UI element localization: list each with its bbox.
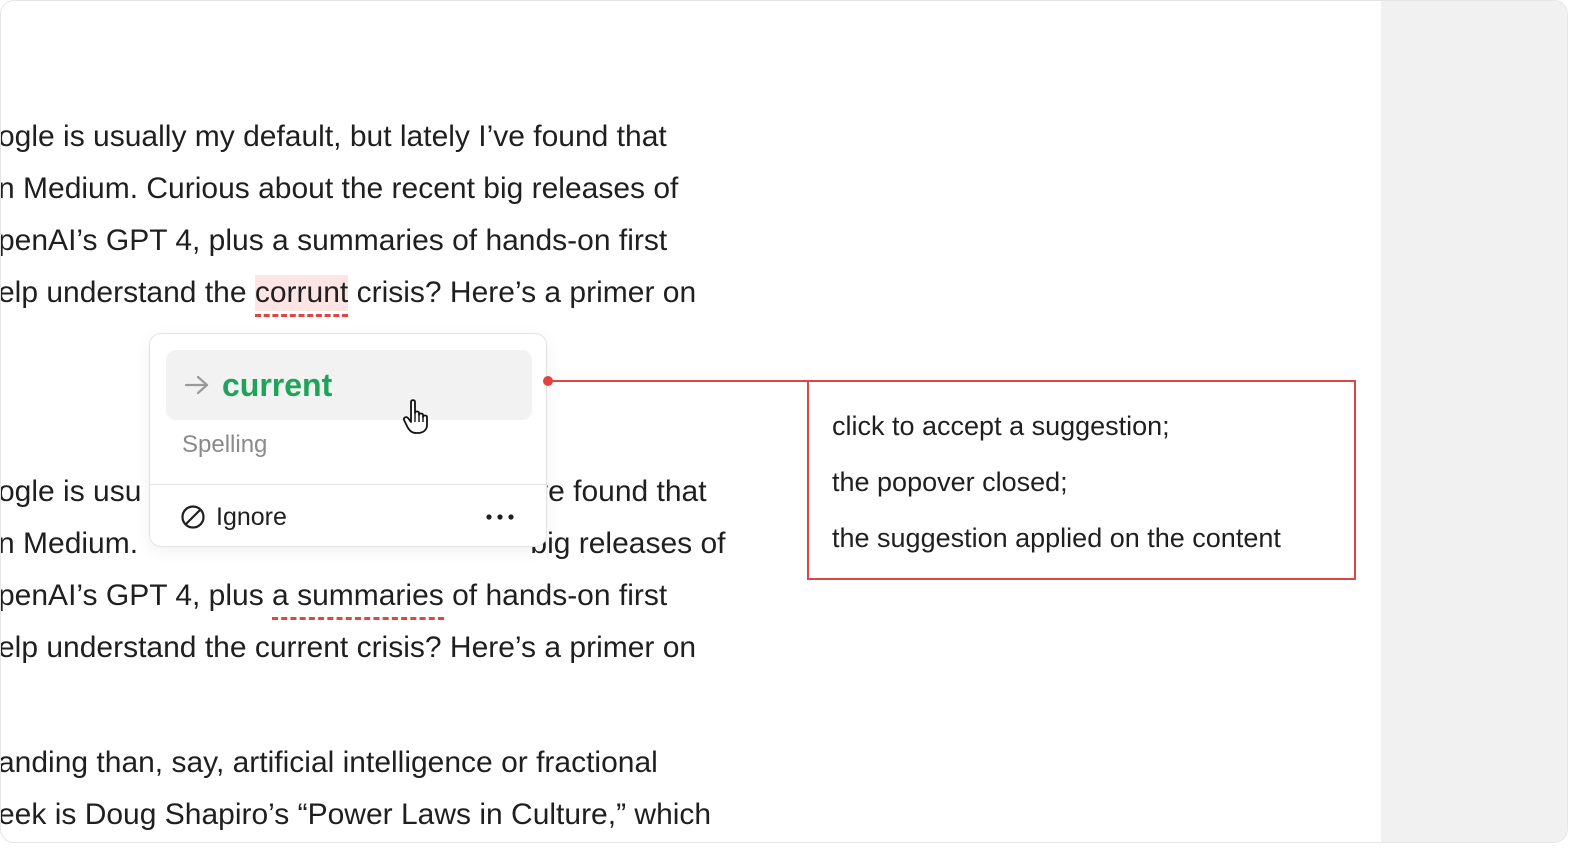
annotation-line: the popover closed; [832,467,1068,497]
text-line: eek is Doug Shapiro’s “Power Laws in Cul… [0,798,712,831]
text-line: penAI’s GPT 4, plus a summaries of hands… [0,224,668,257]
suggestion-popover: current Spelling Ignore [149,333,547,547]
text-segment: of hands-on first [443,579,668,612]
text-segment: ogle is usu [0,475,142,508]
text-segment: crisis? Here’s a primer on [348,276,697,309]
text-line: penAI’s GPT 4, plus a summaries of hands… [0,578,668,620]
text-line: ogle is usually my default, but lately I… [0,120,667,153]
text-segment: ’ve found that [526,475,707,508]
suggestion-category: Spelling [182,431,268,458]
text-line: elp understand the corrunt crisis? Here’… [0,275,697,317]
text-line: n Medium. Curious about the recent big r… [0,172,679,205]
annotation-line: click to accept a suggestion; [832,411,1170,441]
spelling-error-word[interactable]: corrunt [254,275,349,317]
text-line: anding than, say, artificial intelligenc… [0,746,658,779]
editor-window: ogle is usually my default, but lately I… [0,0,1568,843]
text-segment: n Medium. [0,527,147,560]
accept-suggestion-button[interactable]: current [166,350,532,434]
text-segment: elp understand the [0,276,255,309]
grammar-error-phrase[interactable]: a summaries [272,578,444,620]
text-segment: penAI’s GPT 4, plus [0,579,273,612]
ignore-button[interactable]: Ignore [180,500,287,534]
annotation-connector [543,376,811,386]
ignore-label: Ignore [216,502,287,531]
arrow-right-icon [184,375,209,395]
side-panel [1381,1,1567,842]
more-icon[interactable] [484,512,516,522]
text-line: elp understand the current crisis? Here’… [0,631,697,664]
text-segment: big releases of [530,527,726,560]
annotation-line: the suggestion applied on the content [832,523,1281,553]
suggestion-text: current [222,367,333,403]
annotation-box: click to accept a suggestion; the popove… [807,380,1356,580]
divider [150,484,546,485]
ignore-icon [181,505,205,529]
hand-cursor-icon [402,399,428,434]
